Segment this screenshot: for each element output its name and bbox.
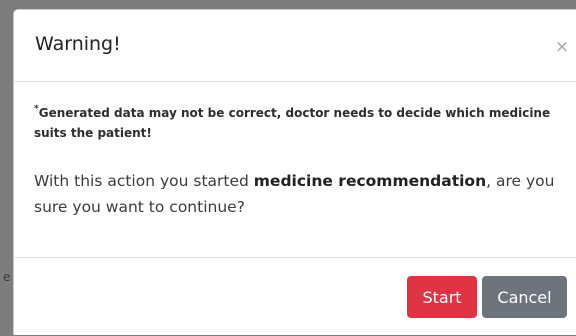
message-prefix: With this action you started <box>34 172 254 190</box>
message-highlight: medicine recommendation <box>253 172 487 190</box>
close-icon[interactable]: × <box>551 36 573 58</box>
start-button[interactable]: Start <box>407 276 477 318</box>
cancel-button[interactable]: Cancel <box>482 276 567 318</box>
disclaimer-content: Generated data may not be correct, docto… <box>34 106 551 140</box>
disclaimer-text: *Generated data may not be correct, doct… <box>34 100 559 143</box>
warning-dialog: Warning! × *Generated data may not be co… <box>13 9 576 335</box>
disclaimer-asterisk: * <box>34 104 39 114</box>
dialog-header: Warning! × <box>14 10 576 82</box>
dialog-footer: Start Cancel <box>14 258 576 336</box>
dialog-body: *Generated data may not be correct, doct… <box>14 82 576 258</box>
background-text-fragment: e <box>3 270 11 284</box>
confirmation-message: With this action you started medicine re… <box>34 168 569 220</box>
dialog-title: Warning! <box>35 33 121 55</box>
